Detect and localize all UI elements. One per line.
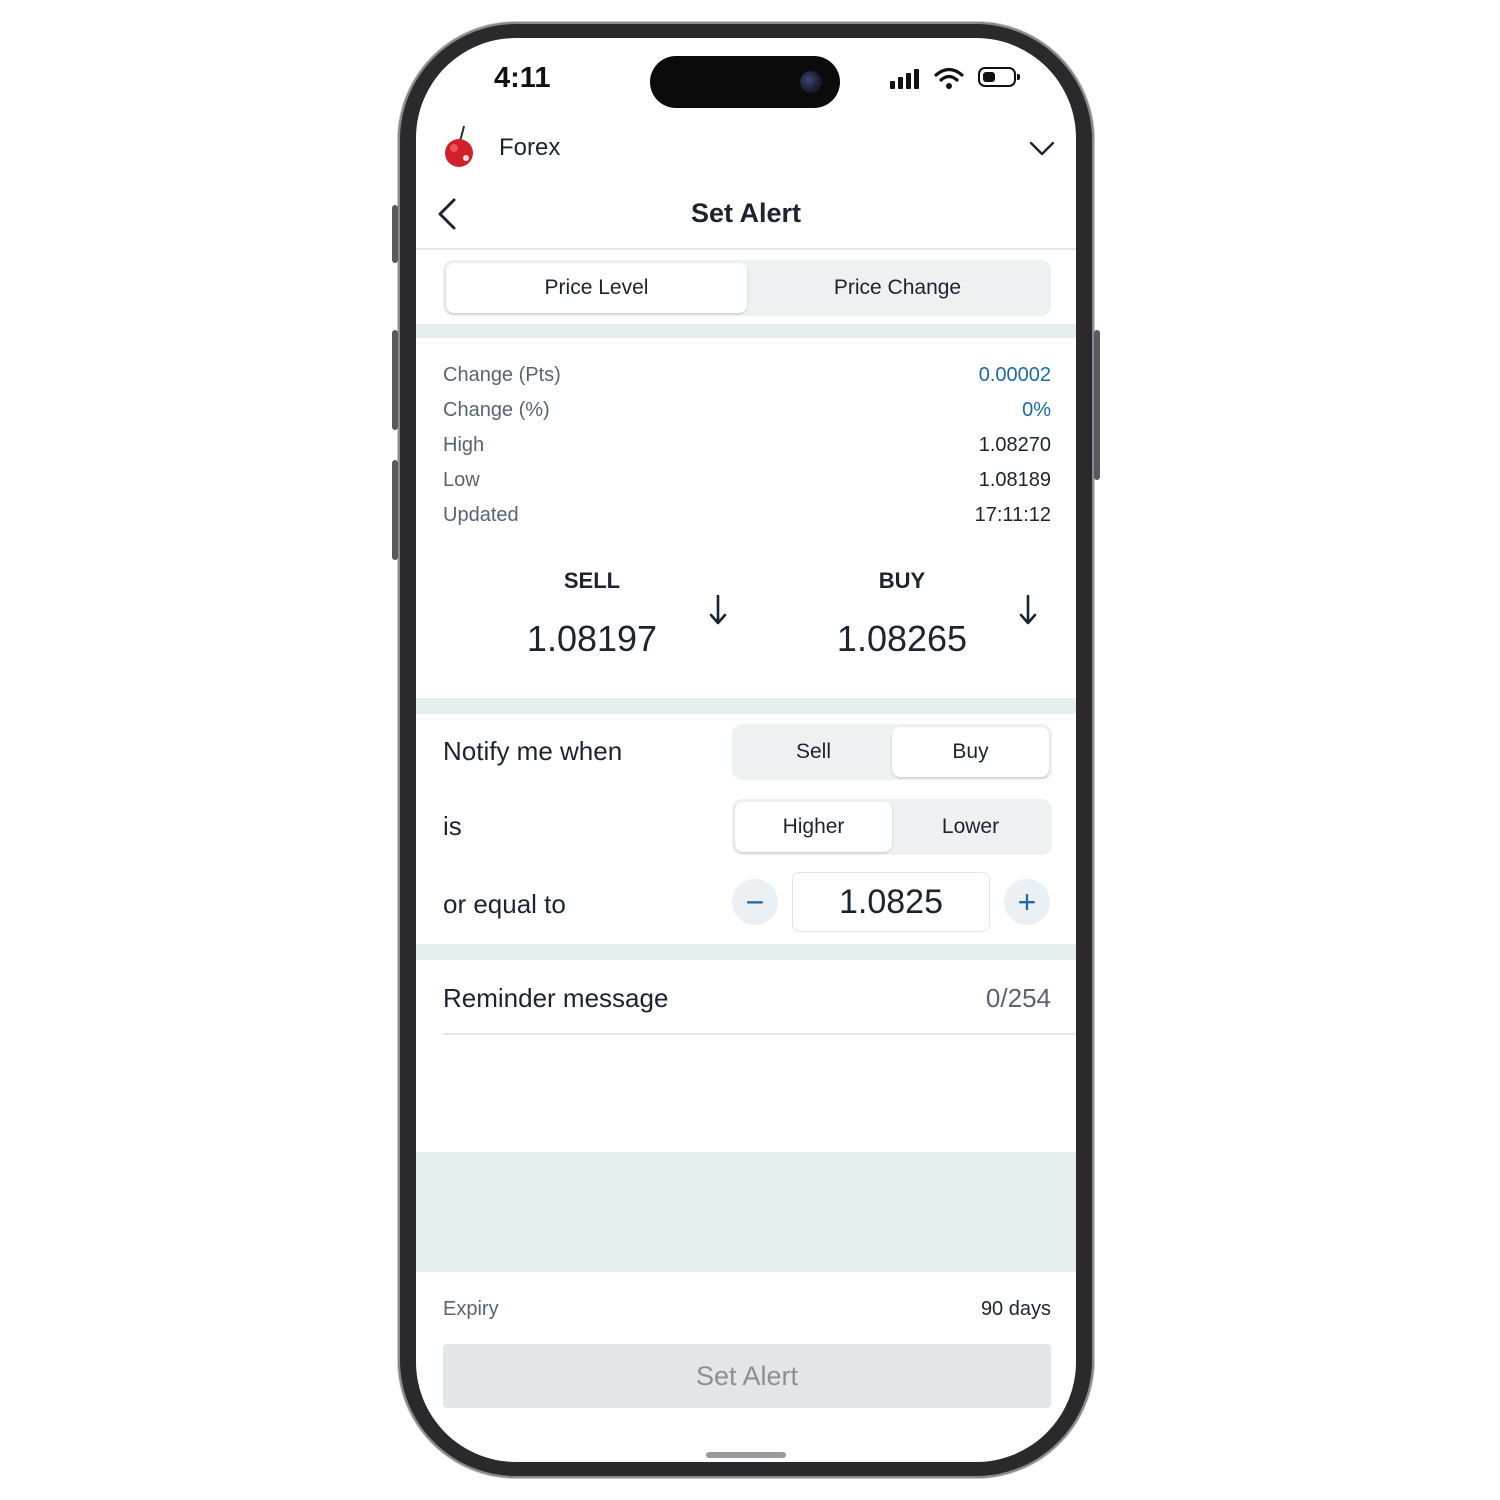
- dynamic-island: [650, 56, 840, 108]
- reminder-message-input[interactable]: [443, 1038, 1051, 1150]
- signal-icon: [890, 69, 919, 89]
- stat-value-updated: 17:11:12: [974, 504, 1051, 526]
- stat-label-updated: Updated: [443, 504, 519, 526]
- section-divider: [416, 698, 1076, 714]
- section-divider: [416, 944, 1076, 960]
- condition-lower-option[interactable]: Lower: [892, 802, 1049, 852]
- plus-icon: +: [1017, 883, 1037, 920]
- sell-price: 1.08197: [526, 618, 658, 659]
- section-divider: [416, 324, 1076, 338]
- reminder-label: Reminder message: [443, 983, 669, 1013]
- notify-sell-option[interactable]: Sell: [735, 727, 892, 777]
- header-divider: [416, 248, 1076, 250]
- phone-screen: 4:11 Forex Set Alert Price Level Price C…: [416, 38, 1076, 1462]
- page-title: Set Alert: [690, 198, 802, 228]
- reminder-divider: [443, 1033, 1076, 1035]
- increment-button[interactable]: +: [1004, 879, 1050, 925]
- notify-buy-option[interactable]: Buy: [892, 727, 1049, 777]
- stat-value-low: 1.08189: [978, 469, 1051, 491]
- chevron-down-icon[interactable]: [1028, 138, 1056, 158]
- condition-higher-option[interactable]: Higher: [735, 802, 892, 852]
- brand-name: Forex: [499, 134, 561, 161]
- stat-label-change-pts: Change (Pts): [443, 364, 561, 386]
- camera-icon: [800, 71, 822, 93]
- reminder-counter: 0/254: [985, 983, 1051, 1013]
- status-time: 4:11: [494, 62, 551, 94]
- wifi-icon: [934, 67, 964, 89]
- stat-value-change-pct: 0%: [1022, 399, 1051, 421]
- condition-toggle: Higher Lower: [732, 799, 1052, 855]
- threshold-value-field[interactable]: 1.0825: [792, 872, 990, 932]
- stat-label-high: High: [443, 434, 485, 456]
- section-spacer: [416, 1152, 1076, 1272]
- expiry-value: 90 days: [980, 1298, 1051, 1320]
- notify-side-toggle: Sell Buy: [732, 724, 1052, 780]
- stat-value-change-pts: 0.00002: [978, 364, 1051, 386]
- cherry-logo-icon: [445, 125, 473, 167]
- stat-label-low: Low: [443, 469, 480, 491]
- expiry-label: Expiry: [443, 1298, 499, 1320]
- tab-price-level[interactable]: Price Level: [446, 263, 747, 313]
- minus-icon: −: [745, 883, 765, 920]
- condition-label: is: [443, 811, 462, 841]
- alert-type-tabs: Price Level Price Change: [443, 260, 1051, 316]
- home-indicator: [706, 1452, 786, 1458]
- set-alert-button[interactable]: Set Alert: [443, 1344, 1051, 1408]
- power-button: [1094, 330, 1100, 480]
- notify-label: Notify me when: [443, 736, 623, 766]
- decrement-button[interactable]: −: [732, 879, 778, 925]
- action-button: [392, 205, 398, 263]
- buy-label: BUY: [878, 568, 926, 593]
- volume-up-button: [392, 330, 398, 430]
- volume-down-button: [392, 460, 398, 560]
- battery-icon: [978, 67, 1020, 87]
- buy-price: 1.08265: [836, 618, 968, 659]
- tab-price-change[interactable]: Price Change: [747, 263, 1048, 313]
- threshold-label: or equal to: [443, 889, 566, 919]
- sell-label: SELL: [563, 568, 621, 593]
- stat-value-high: 1.08270: [978, 434, 1051, 456]
- sell-down-arrow-icon: [709, 594, 727, 625]
- stat-label-change-pct: Change (%): [443, 399, 550, 421]
- buy-down-arrow-icon: [1019, 594, 1037, 625]
